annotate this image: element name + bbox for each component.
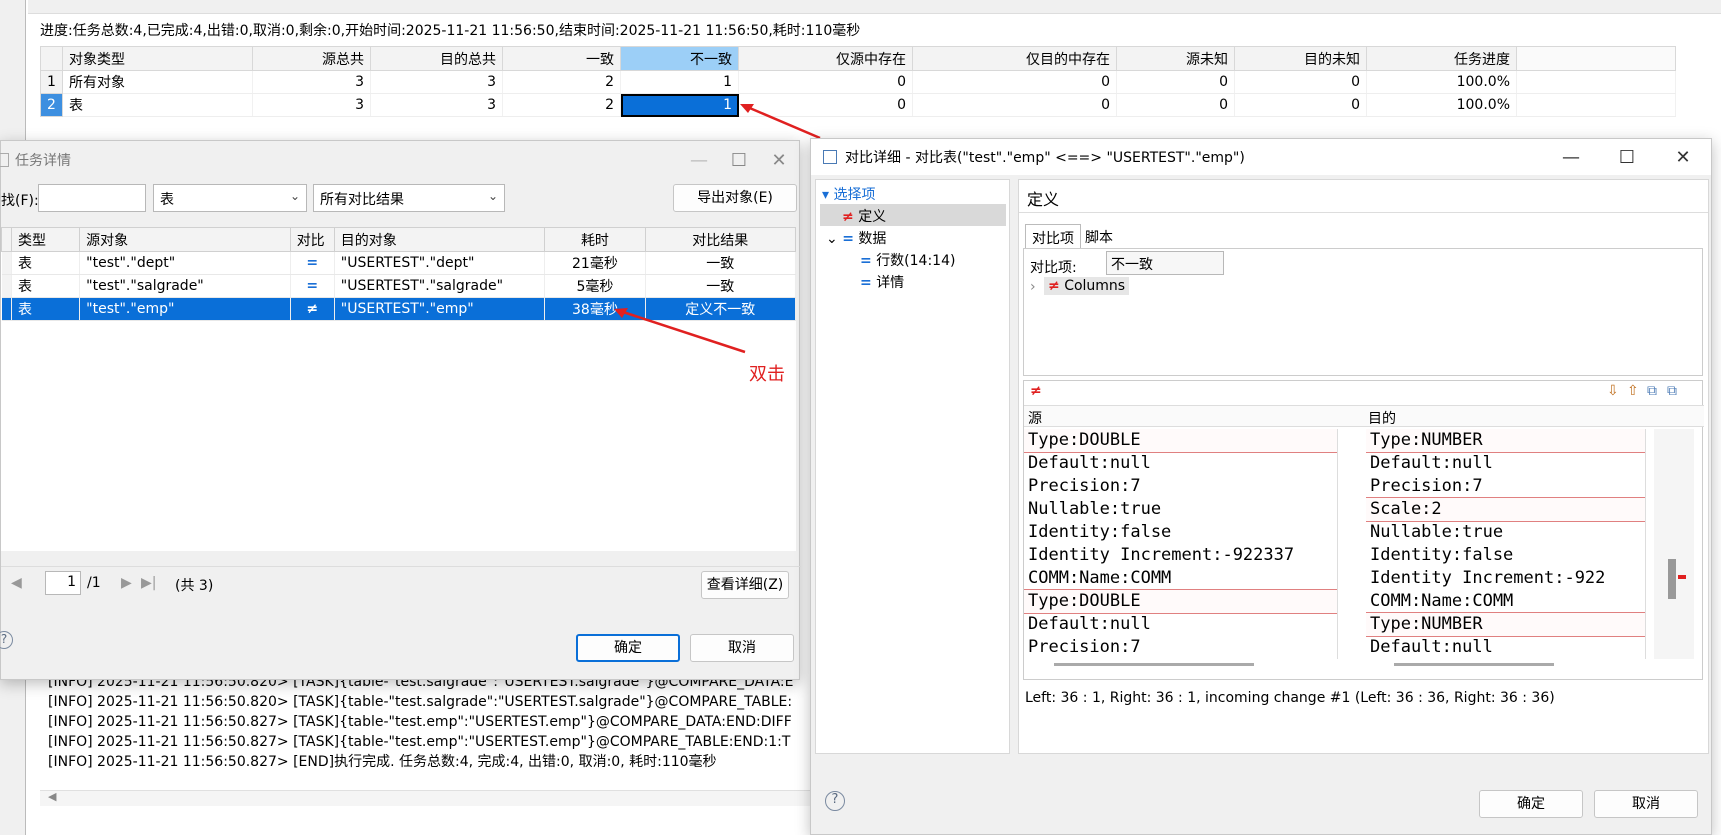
compare-dialog-title: 对比详细 - 对比表("test"."emp" <==> "USERTEST".… [845, 150, 1245, 166]
prev-diff-icon[interactable]: ⇧ [1627, 383, 1639, 399]
not-equal-icon: ≠ [842, 209, 854, 225]
code-line: Default:null [1028, 614, 1151, 634]
next-diff-icon[interactable]: ⇩ [1607, 383, 1619, 399]
equal-icon: = [860, 275, 872, 291]
diff-viewer: ≠ ⇩ ⇧ ⧉ ⧉ 源 目的 Type:DOUBLE Default:null Pr… [1023, 380, 1704, 680]
cancel-button[interactable]: 取消 [1594, 790, 1698, 818]
code-line: Default:null [1028, 453, 1151, 473]
compare-item-label: 对比项: [1030, 260, 1077, 276]
chevron-right-icon[interactable]: › [1030, 279, 1036, 295]
selection-tree: ▾ 选择项 ≠ 定义 ⌄ = 数据 = 行数(14:14) = 详情 [815, 179, 1010, 754]
target-horizontal-scrollbar[interactable] [1394, 663, 1554, 666]
close-icon[interactable]: ✕ [1655, 147, 1711, 168]
diff-marker [1678, 575, 1686, 579]
tree-item-definition[interactable]: ≠ 定义 [842, 206, 886, 226]
section-title: 定义 [1027, 190, 1060, 209]
code-line: Type:DOUBLE [1024, 589, 1337, 614]
diff-connector-gutter [1338, 429, 1366, 659]
minimize-icon[interactable]: — [1543, 147, 1599, 168]
code-line: Scale:2 [1366, 497, 1645, 522]
tab-compare-items[interactable]: 对比项 [1025, 224, 1081, 248]
target-header: 目的 [1368, 411, 1396, 427]
tree-item-columns[interactable]: ≠ Columns [1044, 277, 1130, 295]
code-line: Nullable:true [1028, 499, 1162, 519]
code-line: Identity:false [1028, 522, 1172, 542]
tree-root-label: 选择项 [833, 187, 876, 203]
columns-label: Columns [1064, 278, 1126, 294]
tree-item-details[interactable]: = 详情 [860, 272, 904, 292]
diff-header: 源 目的 [1024, 405, 1704, 427]
code-line: COMM:Name:COMM [1028, 568, 1172, 588]
source-code-pane[interactable]: Type:DOUBLE Default:null Precision:7 Nullab… [1024, 429, 1338, 659]
vertical-scrollbar-thumb[interactable] [1668, 559, 1676, 599]
compare-detail-dialog: 对比详细 - 对比表("test"."emp" <==> "USERTEST".… [810, 138, 1712, 835]
tree-item-data[interactable]: ⌄ = 数据 [826, 228, 886, 248]
equal-icon: = [860, 253, 872, 269]
copy-left-icon[interactable]: ⧉ [1647, 383, 1657, 399]
compare-items-box: 对比项: 不一致 › ≠ Columns [1023, 248, 1703, 376]
not-equal-icon: ≠ [1048, 278, 1060, 294]
source-horizontal-scrollbar[interactable] [1054, 663, 1254, 666]
divider [1019, 212, 1708, 213]
status-line: Left: 36 : 1, Right: 36 : 1, incoming ch… [1025, 690, 1555, 706]
equal-icon: = [842, 231, 854, 247]
tree-item-label: 行数(14:14) [876, 253, 956, 269]
code-line: Type:DOUBLE [1024, 429, 1337, 453]
tab-script[interactable]: 脚本 [1079, 224, 1119, 248]
annotation-double-click: 双击 [749, 364, 785, 385]
compare-item-value: 不一致 [1106, 251, 1224, 275]
code-line: Identity Increment:-922337 [1028, 545, 1295, 565]
window-icon [823, 150, 837, 164]
tree-item-label: 数据 [858, 231, 887, 247]
code-line: Type:NUMBER [1366, 429, 1645, 453]
code-line: Default:null [1370, 637, 1493, 657]
code-line: Precision:7 [1028, 476, 1141, 496]
code-line: Precision:7 [1370, 476, 1483, 496]
copy-right-icon[interactable]: ⧉ [1667, 383, 1677, 399]
not-equal-icon: ≠ [1030, 383, 1042, 399]
code-line: Default:null [1370, 453, 1493, 473]
code-line: Identity:false [1370, 545, 1514, 565]
maximize-icon[interactable]: ☐ [1599, 147, 1655, 168]
source-header: 源 [1028, 411, 1042, 427]
target-code-pane[interactable]: Type:NUMBER Default:null Precision:7 Scale:… [1366, 429, 1646, 659]
help-icon[interactable]: ? [825, 791, 845, 811]
code-line: Type:NUMBER [1366, 612, 1645, 637]
code-line: Precision:7 [1028, 637, 1141, 657]
code-line: COMM:Name:COMM [1370, 591, 1514, 611]
code-line: Nullable:true [1370, 522, 1504, 542]
ok-button[interactable]: 确定 [1479, 790, 1583, 818]
code-line: Identity Increment:-922 [1370, 568, 1606, 588]
tree-root[interactable]: ▾ 选择项 [822, 184, 875, 204]
diff-overview-ruler[interactable] [1654, 429, 1694, 659]
tree-item-label: 详情 [876, 275, 905, 291]
compare-dialog-titlebar: 对比详细 - 对比表("test"."emp" <==> "USERTEST".… [811, 139, 1711, 175]
tree-item-label: 定义 [858, 209, 887, 225]
tree-item-row-count[interactable]: = 行数(14:14) [860, 250, 955, 270]
definition-pane: 定义 对比项 脚本 对比项: 不一致 › ≠ Columns ≠ ⇩ ⇧ ⧉ ⧉… [1018, 179, 1709, 754]
